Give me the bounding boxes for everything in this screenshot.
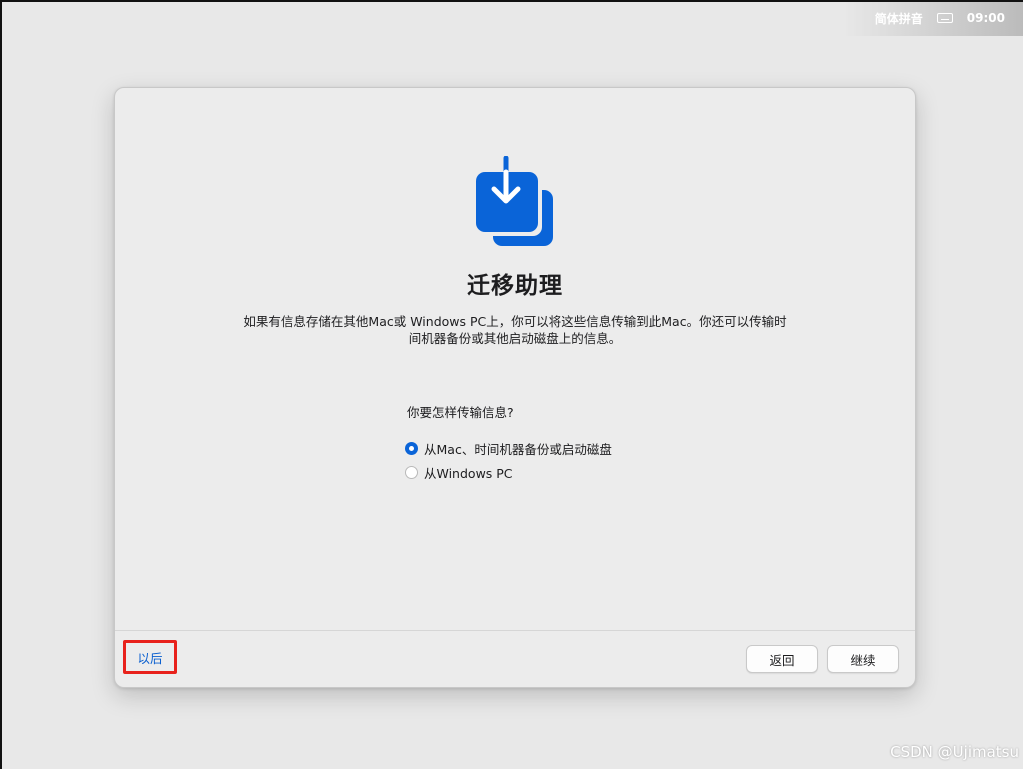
description-line-1: 如果有信息存储在其他Mac或 Windows PC上，你可以将这些信息传输到此M… (243, 314, 787, 329)
menubar-clock: 09:00 (966, 11, 1005, 25)
radio-button-unselected[interactable] (405, 465, 418, 479)
continue-button[interactable]: 继续 (827, 645, 899, 673)
transfer-question: 你要怎样传输信息? (407, 405, 514, 420)
desktop-background: 简体拼音 09:00 迁移助理 如果有信息存储在其他Mac或 Windows P… (0, 0, 1023, 769)
migration-assistant-window: 迁移助理 如果有信息存储在其他Mac或 Windows PC上，你可以将这些信息… (114, 87, 916, 688)
watermark: CSDN @Ujimatsu (890, 743, 1019, 761)
later-button[interactable]: 以后 (123, 640, 177, 674)
option-from-mac-label: 从Mac、时间机器备份或启动磁盘 (424, 441, 612, 457)
keyboard-icon[interactable] (936, 13, 953, 23)
radio-button-selected[interactable] (405, 441, 418, 455)
input-method-indicator[interactable]: 简体拼音 (875, 10, 923, 27)
footer-divider (115, 630, 915, 631)
migration-download-icon (476, 156, 553, 246)
description-text: 如果有信息存储在其他Mac或 Windows PC上，你可以将这些信息传输到此M… (225, 313, 805, 347)
option-from-mac[interactable]: 从Mac、时间机器备份或启动磁盘 (405, 436, 612, 460)
page-title: 迁移助理 (467, 273, 563, 299)
description-line-2: 间机器备份或其他启动磁盘上的信息。 (408, 331, 622, 346)
menubar: 简体拼音 09:00 (875, 8, 1005, 28)
option-from-windows-label: 从Windows PC (424, 465, 513, 481)
transfer-options: 从Mac、时间机器备份或启动磁盘 从Windows PC (405, 436, 612, 484)
option-from-windows[interactable]: 从Windows PC (405, 460, 612, 484)
back-button[interactable]: 返回 (746, 645, 818, 673)
